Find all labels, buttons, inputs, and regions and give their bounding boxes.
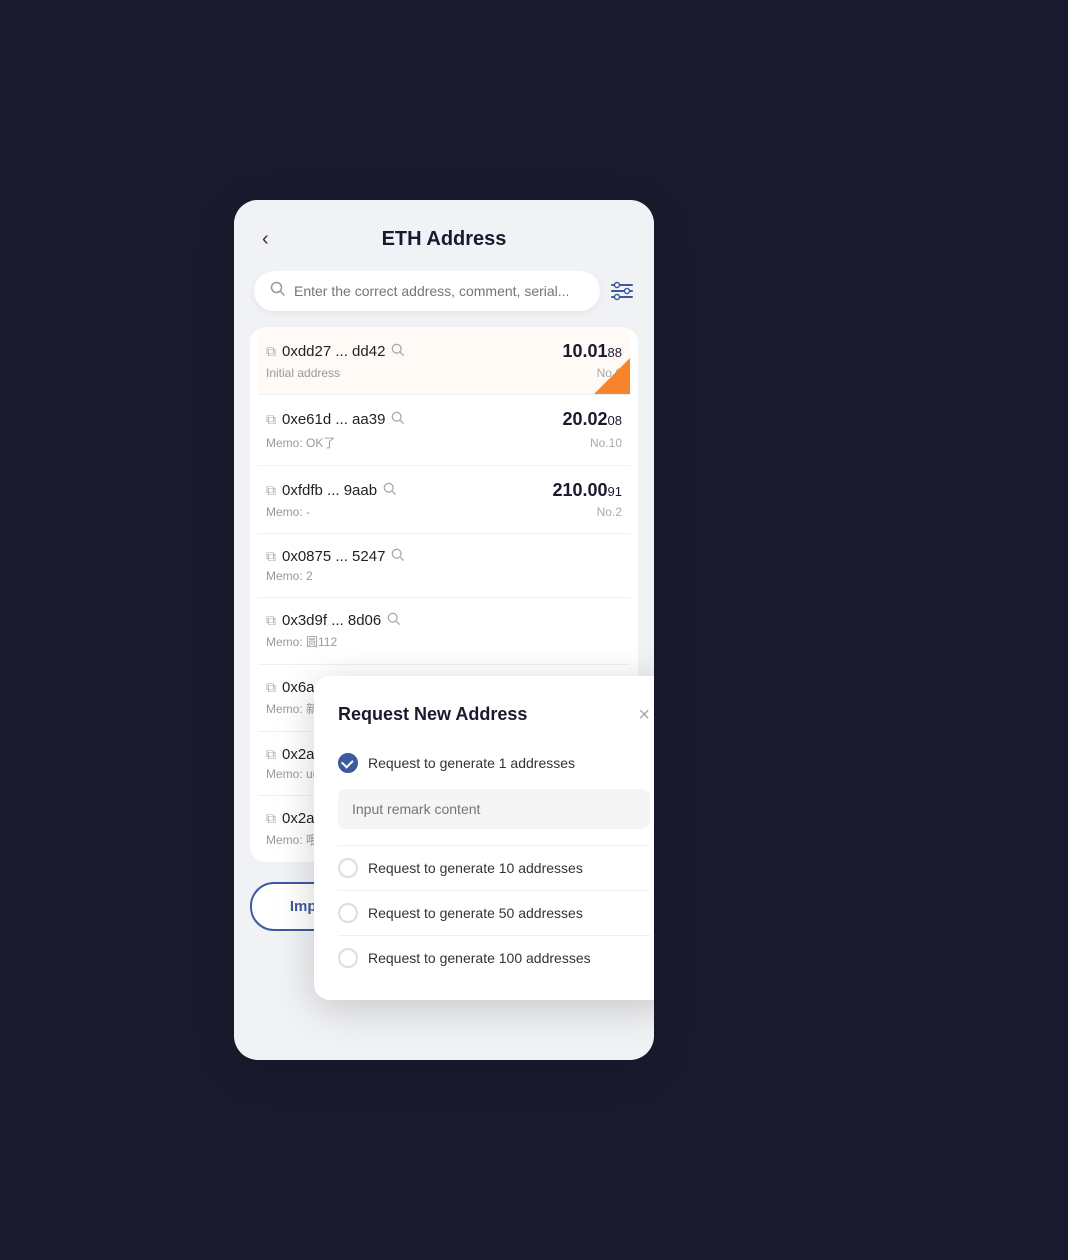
lookup-icon-0[interactable] <box>391 343 405 360</box>
lookup-icon-4[interactable] <box>387 612 401 629</box>
lookup-icon-1[interactable] <box>391 411 405 428</box>
radio-option-3[interactable]: Request to generate 100 addresses <box>338 940 650 976</box>
radio-circle-2 <box>338 903 358 923</box>
modal-header: Request New Address × <box>338 704 650 725</box>
address-text-2: 0xfdfb ... 9aab <box>282 482 377 499</box>
memo-0: Initial address <box>266 366 340 380</box>
amount-decimal-2: 91 <box>608 484 622 499</box>
radio-option-1[interactable]: Request to generate 10 addresses <box>338 850 650 886</box>
address-item-0[interactable]: ⧉ 0xdd27 ... dd42 10.01 88 <box>258 327 630 395</box>
divider-2 <box>338 890 650 891</box>
address-text-1: 0xe61d ... aa39 <box>282 411 385 428</box>
corner-badge-0 <box>594 358 630 394</box>
memo-3: Memo: 2 <box>266 569 313 583</box>
search-icon <box>270 281 286 301</box>
copy-icon-2[interactable]: ⧉ <box>266 482 276 499</box>
address-text-0: 0xdd27 ... dd42 <box>282 343 385 360</box>
amount-decimal-1: 08 <box>608 413 622 428</box>
copy-icon-7[interactable]: ⧉ <box>266 810 276 827</box>
address-text-4: 0x3d9f ... 8d06 <box>282 612 381 629</box>
radio-option-0[interactable]: Request to generate 1 addresses <box>338 745 650 781</box>
modal-title: Request New Address <box>338 704 527 725</box>
header: ‹ ETH Address <box>234 200 654 271</box>
radio-circle-0 <box>338 753 358 773</box>
address-item-1[interactable]: ⧉ 0xe61d ... aa39 20.02 08 <box>258 395 630 466</box>
remark-input[interactable] <box>338 789 650 829</box>
no-1: No.10 <box>590 436 622 450</box>
amount-main-1: 20.02 <box>562 409 607 430</box>
lookup-icon-2[interactable] <box>383 482 397 499</box>
radio-label-2: Request to generate 50 addresses <box>368 905 583 921</box>
main-card: ‹ ETH Address <box>234 200 654 1060</box>
address-text-3: 0x0875 ... 5247 <box>282 548 385 565</box>
no-2: No.2 <box>597 505 622 519</box>
address-item-2[interactable]: ⧉ 0xfdfb ... 9aab 210.00 91 <box>258 466 630 534</box>
copy-icon-1[interactable]: ⧉ <box>266 411 276 428</box>
address-item-3[interactable]: ⧉ 0x0875 ... 5247 Memo: 2 <box>258 534 630 598</box>
search-input[interactable] <box>294 283 584 299</box>
lookup-icon-3[interactable] <box>391 548 405 565</box>
back-button[interactable]: ‹ <box>254 224 277 255</box>
radio-label-1: Request to generate 10 addresses <box>368 860 583 876</box>
radio-circle-1 <box>338 858 358 878</box>
copy-icon-3[interactable]: ⧉ <box>266 548 276 565</box>
divider-3 <box>338 935 650 936</box>
amount-main-2: 210.00 <box>552 480 607 501</box>
search-bar <box>254 271 634 311</box>
page-title: ETH Address <box>382 228 507 251</box>
radio-circle-3 <box>338 948 358 968</box>
copy-icon-5[interactable]: ⧉ <box>266 679 276 696</box>
radio-label-3: Request to generate 100 addresses <box>368 950 591 966</box>
copy-icon-0[interactable]: ⧉ <box>266 343 276 360</box>
address-item-4[interactable]: ⧉ 0x3d9f ... 8d06 Memo: 圆112 <box>258 598 630 665</box>
copy-icon-6[interactable]: ⧉ <box>266 746 276 763</box>
divider-1 <box>338 845 650 846</box>
memo-6: Memo: uu <box>266 767 319 781</box>
request-new-address-modal: Request New Address × Request to generat… <box>314 676 654 1000</box>
filter-button[interactable] <box>610 280 634 302</box>
copy-icon-4[interactable]: ⧉ <box>266 612 276 629</box>
memo-1: Memo: OK了 <box>266 434 335 451</box>
radio-option-2[interactable]: Request to generate 50 addresses <box>338 895 650 931</box>
search-input-wrapper <box>254 271 600 311</box>
radio-label-0: Request to generate 1 addresses <box>368 755 575 771</box>
memo-2: Memo: - <box>266 505 310 519</box>
memo-4: Memo: 圆112 <box>266 633 337 650</box>
modal-close-button[interactable]: × <box>638 705 650 725</box>
